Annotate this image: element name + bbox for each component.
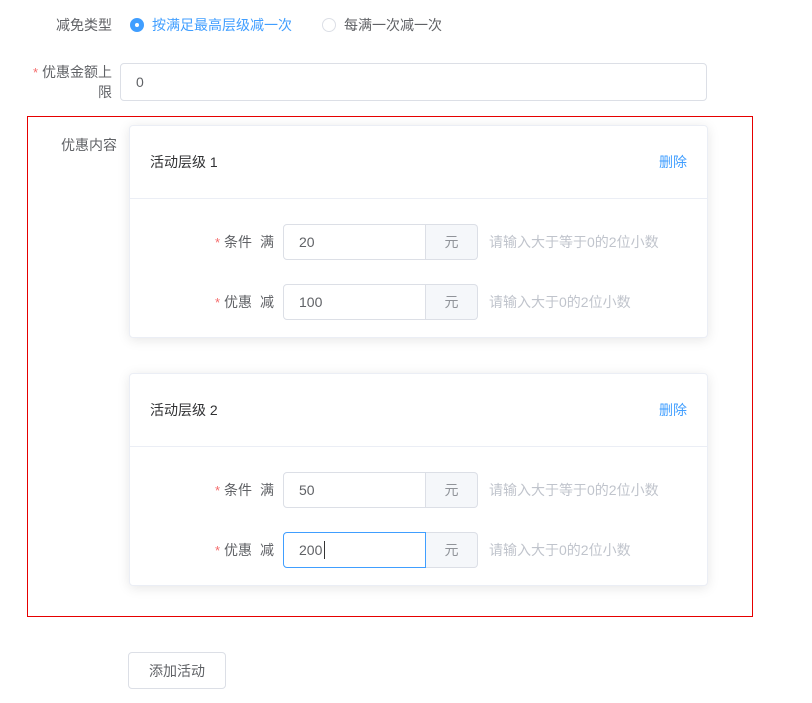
amount-input[interactable] <box>283 224 426 260</box>
discount-limit-label: *优惠金额上限 <box>19 62 112 102</box>
radio-option-every-time[interactable]: 每满一次减一次 <box>322 15 442 35</box>
form-row: * 优惠 减 元 请输入大于0的2位小数 <box>150 284 687 320</box>
input-hint: 请输入大于等于0的2位小数 <box>489 480 659 500</box>
row-label-wrap: * 优惠 <box>150 540 252 560</box>
form-row: * 条件 满 元 请输入大于等于0的2位小数 <box>150 224 687 260</box>
row-label-wrap: * 优惠 <box>150 292 252 312</box>
input-wrap <box>283 532 426 568</box>
amount-input[interactable] <box>283 284 426 320</box>
reduction-type-label: 减免类型 <box>56 15 112 35</box>
radio-option-label: 每满一次减一次 <box>344 15 442 35</box>
input-hint: 请输入大于0的2位小数 <box>489 540 631 560</box>
input-wrap <box>283 284 426 320</box>
row-prefix: 满 <box>260 232 274 252</box>
card-title: 活动层级 1 <box>150 152 218 172</box>
activity-tier-card: 活动层级 1 删除 * 条件 满 元 请输入大于等于0的2位小数 * 优惠 减 元 … <box>129 125 708 338</box>
required-asterisk: * <box>215 235 220 250</box>
required-asterisk: * <box>33 65 38 80</box>
radio-unchecked-icon[interactable] <box>322 18 336 32</box>
activity-tier-card: 活动层级 2 删除 * 条件 满 元 请输入大于等于0的2位小数 * 优惠 减 元 … <box>129 373 708 586</box>
discount-content-section: 优惠内容 活动层级 1 删除 * 条件 满 元 请输入大于等于0的2位小数 * 优惠… <box>27 116 753 617</box>
amount-input[interactable] <box>283 472 426 508</box>
discount-limit-input[interactable] <box>120 63 707 101</box>
card-header: 活动层级 2 删除 <box>130 374 707 447</box>
row-prefix: 满 <box>260 480 274 500</box>
input-hint: 请输入大于0的2位小数 <box>489 292 631 312</box>
required-asterisk: * <box>215 295 220 310</box>
amount-input-group: 元 <box>283 472 478 508</box>
form-row: * 优惠 减 元 请输入大于0的2位小数 <box>150 532 687 568</box>
delete-link[interactable]: 删除 <box>659 400 687 420</box>
row-label: 优惠 <box>224 294 252 310</box>
unit-append: 元 <box>426 472 478 508</box>
amount-input-group: 元 <box>283 532 478 568</box>
add-activity-button[interactable]: 添加活动 <box>128 652 226 689</box>
radio-option-label: 按满足最高层级减一次 <box>152 15 292 35</box>
amount-input-group: 元 <box>283 224 478 260</box>
reduction-type-row: 减免类型 按满足最高层级减一次 每满一次减一次 <box>56 15 812 35</box>
input-wrap <box>283 224 426 260</box>
card-header: 活动层级 1 删除 <box>130 126 707 199</box>
delete-link[interactable]: 删除 <box>659 152 687 172</box>
row-label: 条件 <box>224 234 252 250</box>
input-hint: 请输入大于等于0的2位小数 <box>489 232 659 252</box>
row-label: 优惠 <box>224 542 252 558</box>
discount-content-label: 优惠内容 <box>61 135 117 155</box>
discount-limit-row: *优惠金额上限 <box>19 62 812 102</box>
radio-checked-icon[interactable] <box>130 18 144 32</box>
amount-input[interactable] <box>283 532 426 568</box>
row-prefix: 减 <box>260 292 274 312</box>
text-caret <box>324 541 325 559</box>
form-row: * 条件 满 元 请输入大于等于0的2位小数 <box>150 472 687 508</box>
amount-input-group: 元 <box>283 284 478 320</box>
unit-append: 元 <box>426 284 478 320</box>
card-body: * 条件 满 元 请输入大于等于0的2位小数 * 优惠 减 元 请输入大于0的2位小… <box>130 447 707 585</box>
row-label: 条件 <box>224 482 252 498</box>
row-prefix: 减 <box>260 540 274 560</box>
row-label-wrap: * 条件 <box>150 232 252 252</box>
unit-append: 元 <box>426 532 478 568</box>
promotion-form: 减免类型 按满足最高层级减一次 每满一次减一次 *优惠金额上限 优惠内容 活动层… <box>0 0 812 689</box>
input-wrap <box>283 472 426 508</box>
card-body: * 条件 满 元 请输入大于等于0的2位小数 * 优惠 减 元 请输入大于0的2位小… <box>130 199 707 337</box>
row-label-wrap: * 条件 <box>150 480 252 500</box>
discount-cards: 活动层级 1 删除 * 条件 满 元 请输入大于等于0的2位小数 * 优惠 减 元 … <box>129 125 752 586</box>
radio-option-highest-tier[interactable]: 按满足最高层级减一次 <box>130 15 292 35</box>
unit-append: 元 <box>426 224 478 260</box>
required-asterisk: * <box>215 483 220 498</box>
required-asterisk: * <box>215 543 220 558</box>
card-title: 活动层级 2 <box>150 400 218 420</box>
